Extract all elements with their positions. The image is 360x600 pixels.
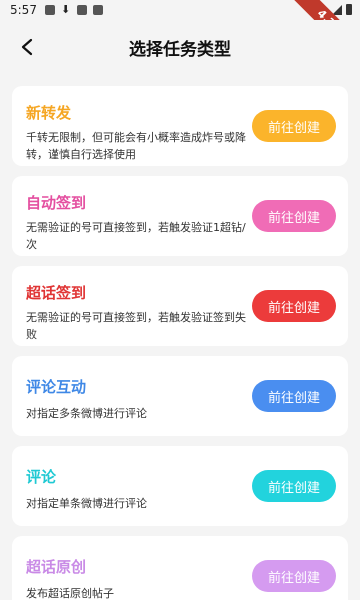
create-button[interactable]: 前往创建 [252, 470, 336, 502]
status-right [332, 4, 352, 15]
task-card-auto-checkin: 自动签到 无需验证的号可直接签到，若触发验证1超钻/次 前往创建 [12, 176, 348, 256]
task-card-comment-interact: 评论互动 对指定多条微博进行评论 前往创建 [12, 356, 348, 436]
back-arrow-icon [21, 38, 33, 56]
task-list: 新转发 千转无限制，但可能会有小概率造成炸号或降转，谨慎自行选择使用 前往创建 … [12, 86, 348, 600]
task-card-topic-checkin: 超话签到 无需验证的号可直接签到，若触发验证签到失败 前往创建 [12, 266, 348, 346]
create-button[interactable]: 前往创建 [252, 560, 336, 592]
task-desc: 无需验证的号可直接签到，若触发验证1超钻/次 [26, 221, 246, 251]
create-button[interactable]: 前往创建 [252, 200, 336, 232]
image-icon [76, 5, 87, 15]
task-card-comment: 评论 对指定单条微博进行评论 前往创建 [12, 446, 348, 526]
task-desc: 对指定单条微博进行评论 [26, 497, 147, 510]
app-bar: 选择任务类型 [0, 20, 360, 74]
task-desc: 发布超话原创帖子 [26, 587, 114, 600]
status-bar: 5:57 ⬇ 4.3.5 [0, 0, 360, 72]
task-card-topic-original: 超话原创 发布超话原创帖子 前往创建 [12, 536, 348, 600]
download-icon: ⬇ [60, 3, 71, 16]
task-card-new-repost: 新转发 千转无限制，但可能会有小概率造成炸号或降转，谨慎自行选择使用 前往创建 [12, 86, 348, 166]
create-button[interactable]: 前往创建 [252, 110, 336, 142]
notification-icon [44, 5, 55, 15]
page-title: 选择任务类型 [129, 39, 231, 60]
status-time: 5:57 [10, 3, 37, 17]
task-desc: 无需验证的号可直接签到，若触发验证签到失败 [26, 311, 246, 341]
battery-icon [346, 4, 352, 15]
create-button[interactable]: 前往创建 [252, 290, 336, 322]
task-desc: 对指定多条微博进行评论 [26, 407, 147, 420]
back-button[interactable] [14, 34, 40, 60]
create-button[interactable]: 前往创建 [252, 380, 336, 412]
app-icon [92, 5, 103, 15]
task-desc: 千转无限制，但可能会有小概率造成炸号或降转，谨慎自行选择使用 [26, 131, 246, 161]
